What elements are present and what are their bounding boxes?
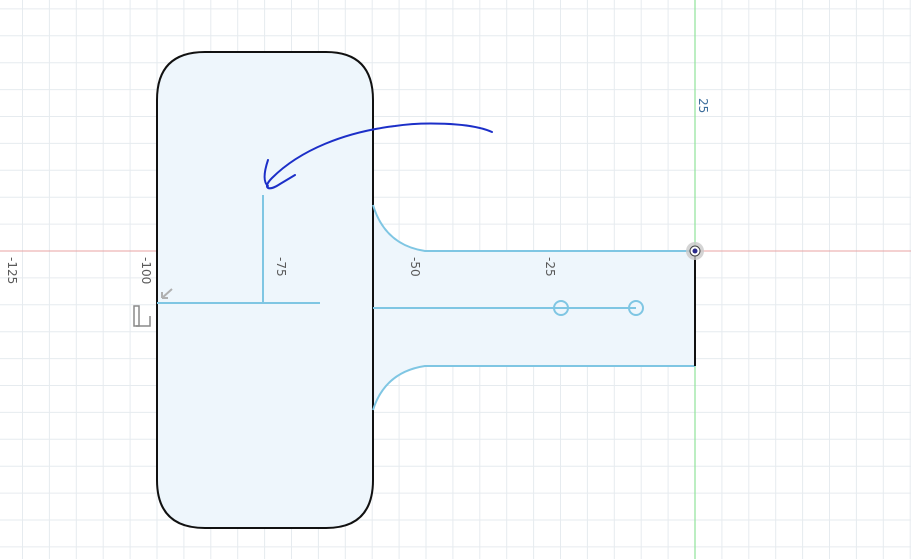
ruler-label-x-neg25: -25 bbox=[543, 257, 557, 277]
ruler-label-x-neg125: -125 bbox=[5, 257, 19, 284]
ruler-label-x-neg75: -75 bbox=[274, 257, 288, 277]
ruler-label-y-pos25: 25 bbox=[696, 98, 710, 113]
constraint-marker-icon[interactable] bbox=[133, 305, 151, 327]
ruler-label-x-neg50: -50 bbox=[408, 257, 422, 277]
origin-point-icon[interactable] bbox=[686, 242, 704, 260]
sketch-canvas[interactable]: -125 -100 -75 -50 -25 25 bbox=[0, 0, 911, 559]
ruler-label-x-neg100: -100 bbox=[139, 257, 153, 284]
